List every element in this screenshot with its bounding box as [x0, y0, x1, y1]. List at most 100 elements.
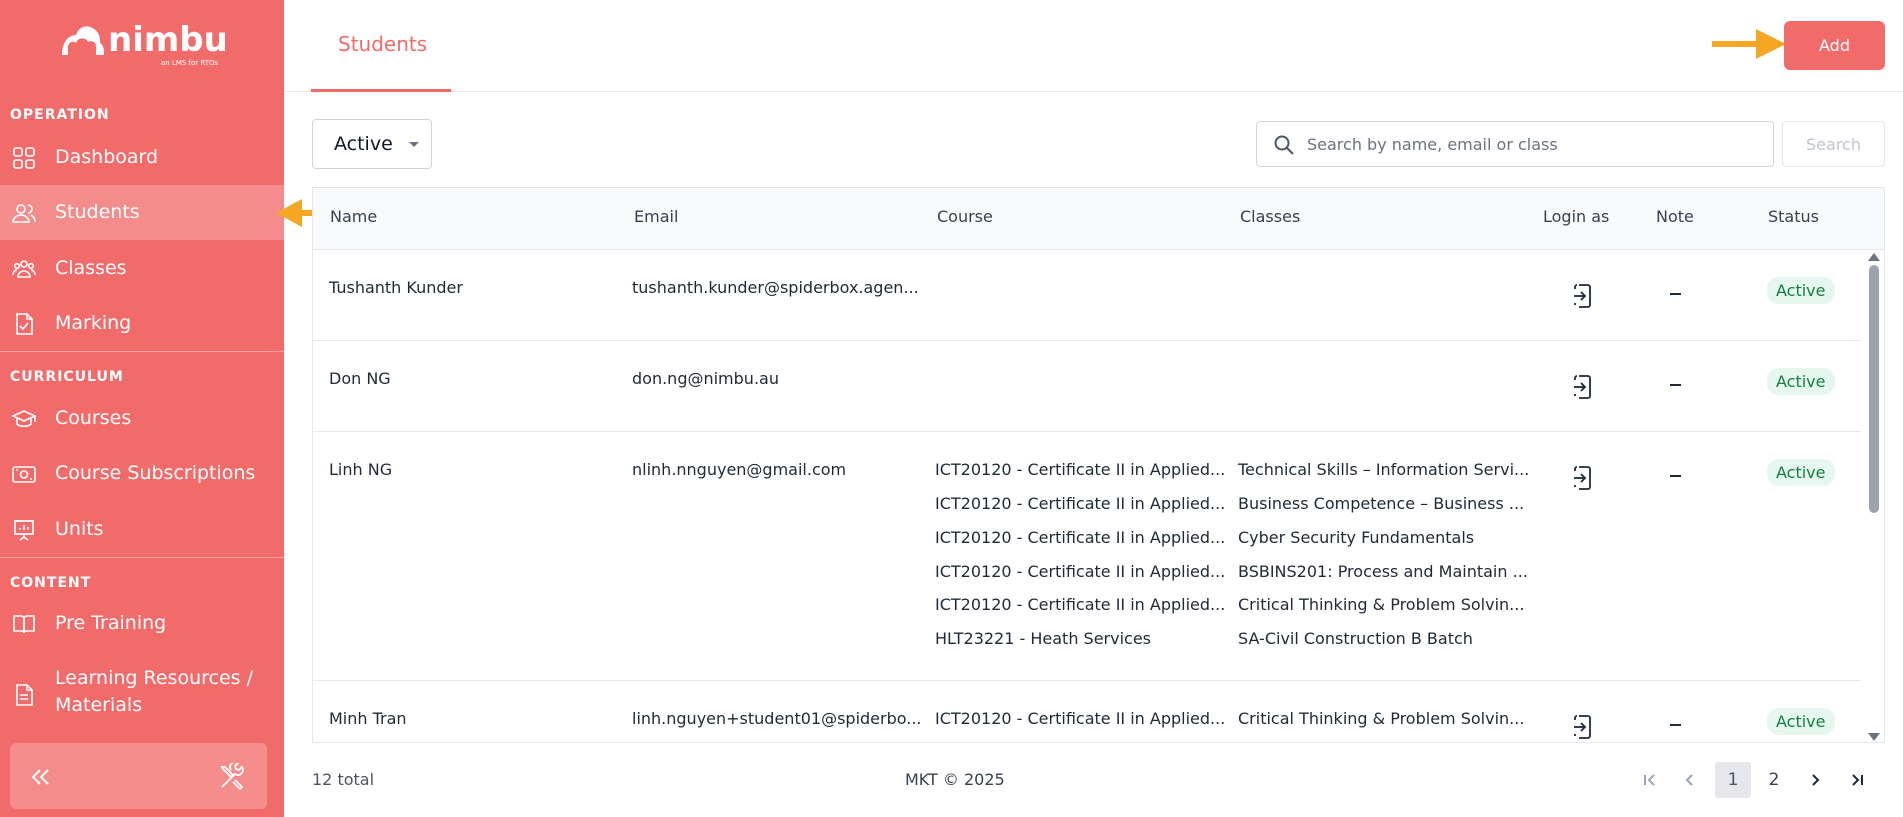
section-label-operation: OPERATION	[10, 107, 110, 123]
table-row[interactable]: Linh NG nlinh.nnguyen@gmail.com ICT20120…	[313, 432, 1861, 681]
first-page-button[interactable]	[1632, 762, 1668, 798]
column-header-name[interactable]: Name	[330, 207, 377, 226]
sidebar-item-label: Dashboard	[55, 146, 159, 168]
note-empty	[1670, 293, 1681, 295]
sidebar-item-course-subscriptions[interactable]: Course Subscriptions	[0, 446, 284, 501]
sidebar-item-dashboard[interactable]: Dashboard	[0, 130, 284, 185]
prev-page-button[interactable]	[1672, 762, 1708, 798]
class-item: SA-Civil Construction B Batch	[1238, 629, 1473, 648]
add-button[interactable]: Add	[1784, 21, 1885, 70]
student-email: tushanth.kunder@spiderbox.agen...	[632, 278, 919, 297]
class-item: Critical Thinking & Problem Solvin...	[1238, 709, 1525, 728]
presentation-board-icon	[14, 519, 34, 541]
scroll-thumb[interactable]	[1869, 265, 1879, 513]
sidebar-item-pre-training[interactable]: Pre Training	[0, 596, 284, 651]
table-header: Name Email Course Classes Login as Note …	[313, 188, 1884, 250]
column-header-email: Email	[634, 207, 679, 226]
dashboard-icon	[13, 146, 35, 169]
double-chevron-left-icon[interactable]	[26, 763, 54, 791]
sidebar-item-classes[interactable]: Classes	[0, 241, 284, 296]
next-page-button[interactable]	[1797, 762, 1833, 798]
class-item: BSBINS201: Process and Maintain ...	[1238, 562, 1528, 581]
sidebar-footer	[10, 743, 267, 809]
sidebar-item-students[interactable]: Students	[0, 185, 284, 240]
note-empty	[1670, 724, 1681, 726]
group-icon	[12, 259, 36, 278]
total-count: 12 total	[312, 770, 375, 789]
note-empty	[1670, 475, 1681, 477]
caret-down-icon	[409, 142, 419, 147]
sidebar-item-courses[interactable]: Courses	[0, 391, 284, 446]
login-as-icon[interactable]	[1570, 465, 1594, 491]
sidebar-item-label: Learning Resources / Materials	[55, 667, 253, 716]
annotation-arrow-right	[1712, 29, 1786, 59]
page-button-1[interactable]: 1	[1715, 762, 1751, 798]
table-row[interactable]: Tushanth Kunder tushanth.kunder@spiderbo…	[313, 250, 1861, 341]
sidebar-item-label: Course Subscriptions	[55, 462, 256, 484]
status-filter-value: Active	[334, 133, 393, 155]
last-page-button[interactable]	[1839, 762, 1875, 798]
scroll-up-icon[interactable]	[1868, 253, 1880, 261]
sidebar-item-label: Classes	[55, 257, 127, 279]
course-item: ICT20120 - Certificate II in Applied...	[935, 528, 1226, 547]
status-badge: Active	[1767, 368, 1835, 395]
column-header-course: Course	[937, 207, 993, 226]
student-email: don.ng@nimbu.au	[632, 369, 779, 388]
student-name: Don NG	[329, 369, 391, 388]
users-icon	[12, 203, 36, 223]
status-badge: Active	[1767, 708, 1835, 735]
login-as-icon[interactable]	[1570, 374, 1594, 400]
chevron-left-icon	[1685, 774, 1693, 786]
book-icon	[13, 614, 35, 633]
course-item: ICT20120 - Certificate II in Applied...	[935, 494, 1226, 513]
course-item: HLT23221 - Heath Services	[935, 629, 1152, 648]
cloud-logo-icon	[62, 26, 104, 55]
last-page-icon	[1852, 774, 1863, 786]
sidebar-item-marking[interactable]: Marking	[0, 296, 284, 351]
document-icon	[16, 684, 33, 706]
search-input[interactable]	[1307, 130, 1757, 158]
student-email: nlinh.nnguyen@gmail.com	[632, 460, 847, 479]
login-as-icon[interactable]	[1570, 283, 1594, 309]
table-row[interactable]: Don NG don.ng@nimbu.au Active	[313, 341, 1861, 432]
page-header: Students	[284, 0, 1903, 92]
student-name: Linh NG	[329, 460, 393, 479]
sidebar-divider	[0, 557, 284, 558]
first-page-icon	[1644, 774, 1655, 786]
logo-text: nimbu	[108, 20, 228, 60]
course-item: ICT20120 - Certificate II in Applied...	[935, 562, 1226, 581]
section-label-content: CONTENT	[10, 575, 92, 591]
tools-icon[interactable]	[218, 763, 246, 791]
class-item: Business Competence – Business ...	[1238, 494, 1525, 513]
sidebar-item-label: Marking	[55, 312, 132, 334]
sidebar-divider	[0, 351, 284, 352]
column-header-login-as: Login as	[1543, 207, 1610, 226]
graduation-cap-icon	[12, 409, 36, 427]
scroll-down-icon[interactable]	[1868, 733, 1880, 741]
page-button-2[interactable]: 2	[1756, 762, 1792, 798]
checklist-icon	[16, 312, 33, 335]
sidebar-item-label: Pre Training	[55, 612, 167, 634]
search-button[interactable]: Search	[1782, 121, 1885, 167]
students-table: Name Email Course Classes Login as Note …	[312, 187, 1885, 743]
column-header-status: Status	[1768, 207, 1819, 226]
copyright: MKT © 2025	[905, 770, 1005, 789]
table-row[interactable]: Minh Tran linh.nguyen+student01@spiderbo…	[313, 681, 1861, 742]
sidebar-item-units[interactable]: Units	[0, 502, 284, 557]
search-box	[1256, 121, 1774, 167]
app-logo[interactable]: nimbu an LMS for RTOs	[56, 20, 228, 70]
table-scrollbar[interactable]	[1863, 250, 1884, 742]
status-filter-select[interactable]: Active	[312, 119, 432, 169]
login-as-icon[interactable]	[1570, 714, 1594, 740]
class-item: Cyber Security Fundamentals	[1238, 528, 1475, 547]
sidebar-item-label: Students	[55, 201, 140, 223]
tab-students[interactable]: Students	[311, 0, 451, 92]
section-label-curriculum: CURRICULUM	[10, 369, 124, 385]
note-empty	[1670, 384, 1681, 386]
sidebar: nimbu an LMS for RTOs OPERATION Dashboar…	[0, 0, 284, 817]
class-item: Technical Skills – Information Servi...	[1238, 460, 1530, 479]
sidebar-item-label: Units	[55, 518, 104, 540]
search-icon	[1274, 135, 1294, 155]
course-item: ICT20120 - Certificate II in Applied...	[935, 709, 1226, 728]
sidebar-item-learning-resources[interactable]: Learning Resources / Materials	[0, 665, 284, 725]
